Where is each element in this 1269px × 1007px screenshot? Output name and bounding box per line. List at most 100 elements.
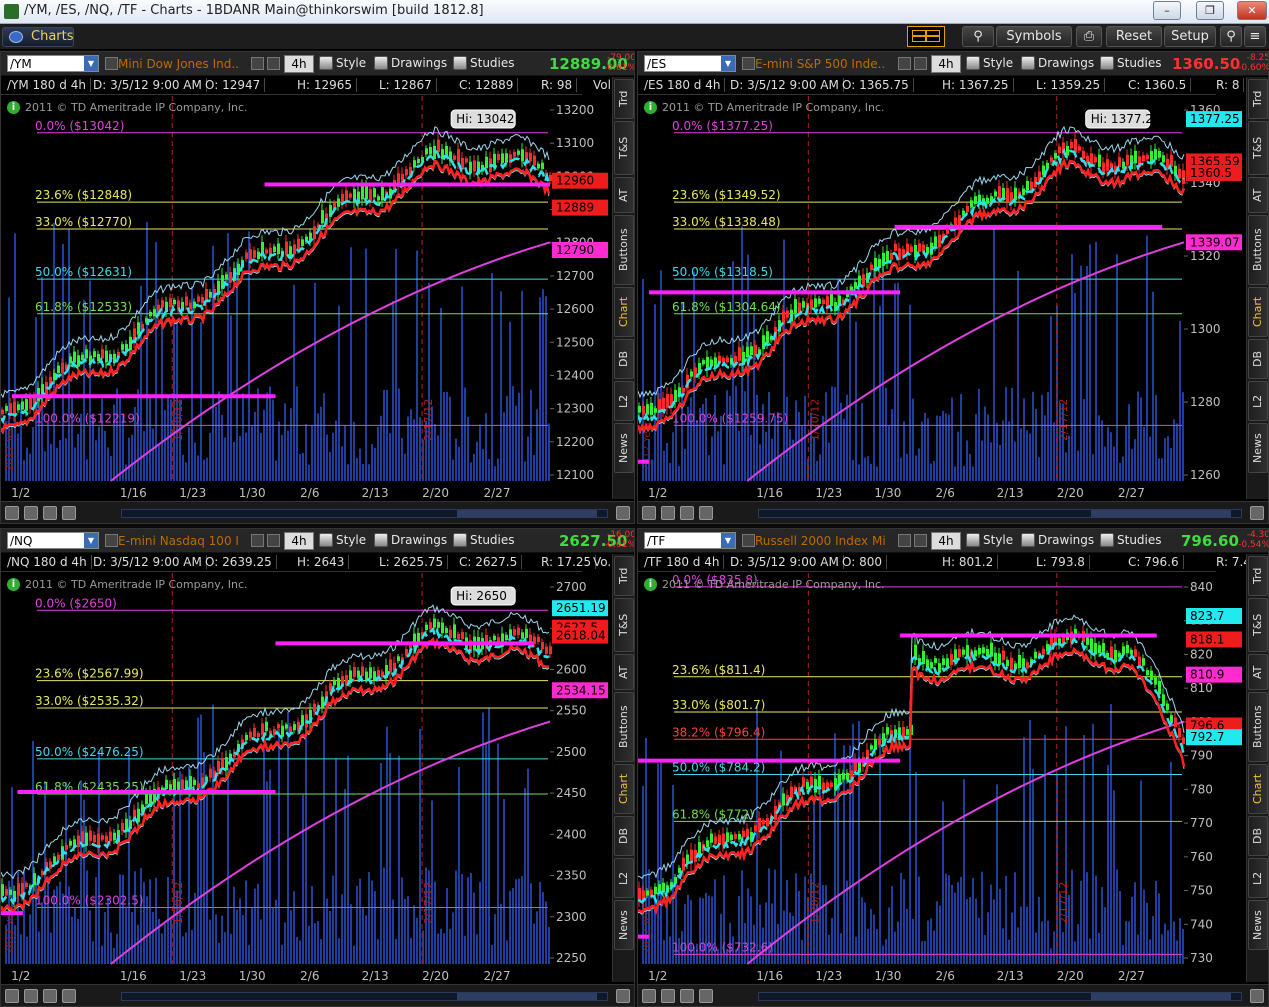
scrollbar-thumb[interactable] [1091,510,1231,517]
horizontal-scrollbar[interactable] [758,509,1242,518]
horizontal-scrollbar[interactable] [758,992,1242,1001]
side-tab-news[interactable]: News [1248,423,1268,473]
zoom-in-icon[interactable] [24,506,38,520]
pan-hand-icon[interactable] [699,506,713,520]
study-info-icon[interactable]: i [7,101,20,114]
drawings-button[interactable]: Drawings [1019,532,1094,550]
price-chart[interactable]: 1360134013201300128012601/2 1/16 1/23 1/30 2… [638,96,1246,501]
side-tab-ts[interactable]: T&S [614,121,634,175]
close-button[interactable]: ✕ [1237,1,1267,20]
studies-button[interactable]: Studies [1098,55,1162,73]
side-tab-l2[interactable]: L2 [614,858,634,898]
zoom-out-icon[interactable] [43,506,57,520]
setup-button[interactable]: Setup [1164,26,1216,47]
period-selector[interactable]: 4h [931,532,961,550]
draw-tool-icon[interactable] [267,534,280,547]
studies-button[interactable]: Studies [1098,532,1162,550]
side-tab-buttons[interactable]: Buttons [614,215,634,285]
charts-tab[interactable]: Charts [2,27,74,47]
zoom-out-icon[interactable] [43,989,57,1003]
grid-toggle-icon[interactable] [5,989,19,1003]
side-tab-at[interactable]: AT [1248,177,1268,213]
side-tab-db[interactable]: DB [1248,816,1268,856]
side-tab-news[interactable]: News [614,423,634,473]
drawings-button[interactable]: Drawings [372,55,447,73]
expand-icon[interactable] [1250,989,1264,1003]
side-tab-buttons[interactable]: Buttons [1248,215,1268,285]
restore-button[interactable]: ❐ [1196,1,1224,20]
study-info-icon[interactable]: i [7,578,20,591]
side-tab-at[interactable]: AT [614,177,634,213]
side-tab-db[interactable]: DB [1248,339,1268,379]
menu-button[interactable]: ≡ [1244,26,1266,47]
style-button[interactable]: Style [317,532,366,550]
studies-button[interactable]: Studies [451,55,515,73]
pan-hand-icon[interactable] [62,506,76,520]
grid-toggle-icon[interactable] [642,989,656,1003]
scrollbar-thumb[interactable] [457,510,597,517]
side-tab-ts[interactable]: T&S [1248,121,1268,175]
period-selector[interactable]: 4h [931,55,961,73]
grid-toggle-icon[interactable] [642,506,656,520]
horizontal-scrollbar[interactable] [121,509,608,518]
side-tab-chart[interactable]: Chart [1248,287,1268,337]
side-tab-chart[interactable]: Chart [614,764,634,814]
zoom-in-icon[interactable] [24,989,38,1003]
draw-tool-icon[interactable] [914,57,927,70]
side-tab-chart[interactable]: Chart [1248,764,1268,814]
side-tab-db[interactable]: DB [614,816,634,856]
zoom-in-icon[interactable] [661,989,675,1003]
symbol-input[interactable]: /TF ▼ [644,532,736,549]
drawings-button[interactable]: Drawings [1019,55,1094,73]
side-tab-buttons[interactable]: Buttons [1248,692,1268,762]
period-selector[interactable]: 4h [284,55,314,73]
zoom-out-icon[interactable] [680,506,694,520]
symbol-input[interactable]: /ES ▼ [644,55,736,72]
symbols-button[interactable]: Symbols [996,26,1072,47]
symbol-dropdown-icon[interactable]: ▼ [84,533,98,548]
zoom-out-icon[interactable] [680,989,694,1003]
expand-icon[interactable] [1250,506,1264,520]
pan-hand-icon[interactable] [62,989,76,1003]
horizontal-scrollbar[interactable] [121,992,608,1001]
side-tab-l2[interactable]: L2 [1248,381,1268,421]
pan-hand-icon[interactable] [699,989,713,1003]
reset-button[interactable]: Reset [1106,26,1162,47]
side-tab-news[interactable]: News [614,900,634,950]
symbol-link-icon[interactable] [105,534,118,547]
studies-button[interactable]: Studies [451,532,515,550]
side-tab-trd[interactable]: Trd [614,79,634,119]
style-button[interactable]: Style [964,55,1013,73]
crosshair-icon[interactable] [898,57,911,70]
pin-button[interactable]: ⚲ [1220,26,1242,47]
draw-tool-icon[interactable] [267,57,280,70]
side-tab-at[interactable]: AT [614,654,634,690]
side-tab-buttons[interactable]: Buttons [614,692,634,762]
crosshair-icon[interactable] [898,534,911,547]
grid-layout-button[interactable] [907,26,945,47]
symbol-dropdown-icon[interactable]: ▼ [721,533,735,548]
side-tab-l2[interactable]: L2 [614,381,634,421]
scrollbar-thumb[interactable] [1091,993,1231,1000]
symbol-link-icon[interactable] [742,534,755,547]
crosshair-icon[interactable] [251,534,264,547]
scrollbar-thumb[interactable] [457,993,597,1000]
symbol-link-icon[interactable] [105,57,118,70]
zoom-in-icon[interactable] [661,506,675,520]
grid-toggle-icon[interactable] [5,506,19,520]
side-tab-l2[interactable]: L2 [1248,858,1268,898]
style-button[interactable]: Style [964,532,1013,550]
print-button[interactable]: ⎙ [1076,26,1102,47]
side-tab-trd[interactable]: Trd [614,556,634,596]
symbol-link-icon[interactable] [742,57,755,70]
side-tab-chart[interactable]: Chart [614,287,634,337]
draw-tool-icon[interactable] [914,534,927,547]
side-tab-db[interactable]: DB [614,339,634,379]
price-chart[interactable]: 2700265026002550250024502400235023002250… [1,573,612,984]
link-button[interactable]: ⚲ [962,26,994,47]
minimize-button[interactable]: – [1153,1,1181,20]
symbol-input[interactable]: /YM ▼ [7,55,99,72]
side-tab-news[interactable]: News [1248,900,1268,950]
symbol-dropdown-icon[interactable]: ▼ [721,56,735,71]
expand-icon[interactable] [616,506,630,520]
